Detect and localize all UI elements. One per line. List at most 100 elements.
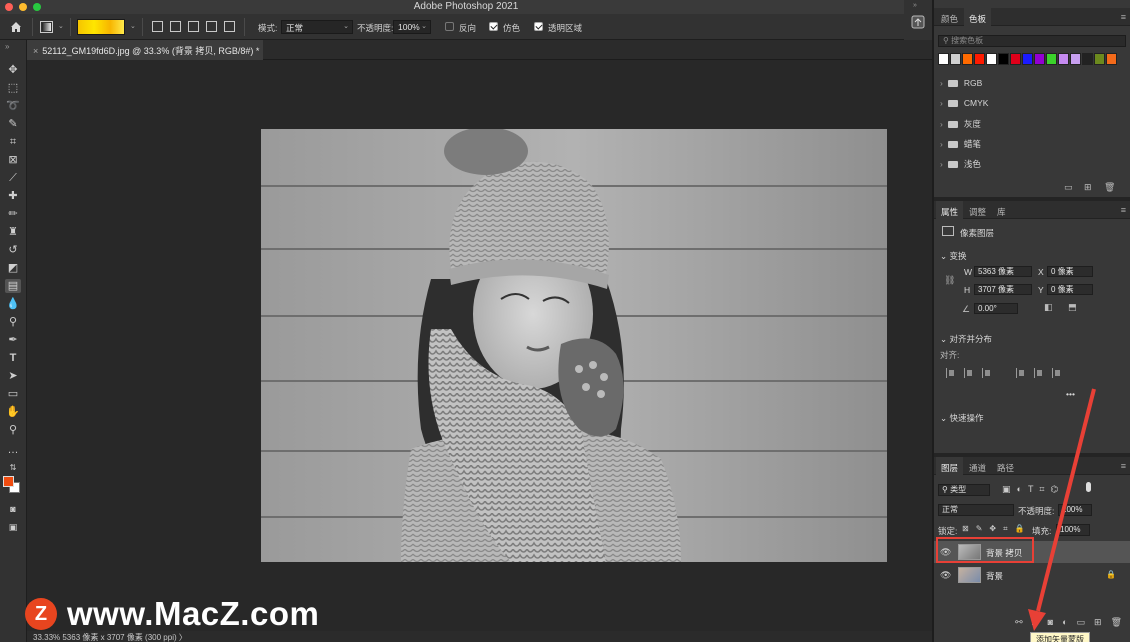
close-tab-icon[interactable]: × [33, 46, 38, 56]
transparency-checkbox[interactable] [534, 22, 543, 31]
move-tool-icon[interactable]: ✥ [5, 63, 21, 77]
blend-mode-select[interactable]: 正常 [938, 504, 1014, 516]
swatch-folder-pastel[interactable]: › 蜡笔 [940, 138, 981, 150]
more-tools-icon[interactable]: … [5, 443, 21, 457]
reverse-checkbox[interactable] [445, 22, 454, 31]
filter-toggle[interactable] [1086, 482, 1091, 492]
width-input[interactable]: 5363 像素 [974, 266, 1032, 277]
opacity-input[interactable]: 100% ⌄ [393, 20, 431, 34]
tab-adjustments[interactable]: 调整 [964, 201, 991, 219]
color-swatch[interactable] [1106, 53, 1117, 65]
healing-brush-tool-icon[interactable]: ✚ [5, 189, 21, 203]
chevron-down-icon[interactable]: ⌄ [58, 22, 64, 30]
tab-swatches[interactable]: 色板 [964, 8, 992, 26]
adjustment-layer-icon[interactable]: ◐ [1062, 617, 1067, 627]
diamond-gradient-icon[interactable] [224, 21, 235, 32]
color-swatch[interactable] [998, 53, 1009, 65]
swatch-folder-cmyk[interactable]: › CMYK [940, 98, 988, 108]
reflected-gradient-icon[interactable] [206, 21, 217, 32]
tab-layers[interactable]: 图层 [936, 457, 964, 475]
dodge-tool-icon[interactable]: ⚲ [5, 315, 21, 329]
flip-horizontal-icon[interactable]: ◧ [1044, 302, 1053, 313]
expand-toolbar-icon[interactable]: » [5, 42, 9, 51]
home-icon[interactable] [9, 20, 23, 34]
panel-menu-icon[interactable]: ≡ [1121, 12, 1126, 22]
canvas-area[interactable] [27, 61, 932, 631]
tab-libraries[interactable]: 库 [992, 201, 1011, 219]
color-swatch[interactable] [974, 53, 985, 65]
swatch-folder-gray[interactable]: › 灰度 [940, 118, 981, 130]
color-swatch[interactable] [986, 53, 997, 65]
layer-filter-select[interactable]: ⚲ 类型 [938, 484, 990, 496]
x-input[interactable]: 0 像素 [1047, 266, 1093, 277]
delete-layer-icon[interactable]: 🗑 [1111, 617, 1122, 628]
screen-mode-icon[interactable]: ▣ [5, 520, 21, 534]
gradient-tool-icon[interactable]: ▤ [5, 279, 21, 293]
align-section-title[interactable]: ⌄ 对齐并分布 [940, 333, 992, 345]
y-input[interactable]: 0 像素 [1047, 284, 1093, 295]
eraser-tool-icon[interactable]: ◩ [5, 261, 21, 275]
tab-properties[interactable]: 属性 [936, 201, 964, 219]
brush-tool-icon[interactable]: ✏ [5, 207, 21, 221]
add-mask-icon[interactable]: ◙ [1048, 617, 1053, 627]
document-canvas-image[interactable] [261, 129, 887, 562]
hand-tool-icon[interactable]: ✋ [5, 405, 21, 419]
lock-icons[interactable]: ⊠✎✥⌗🔒 [962, 524, 1032, 534]
gradient-tool-icon[interactable] [40, 21, 53, 33]
swatch-folder-rgb[interactable]: › RGB [940, 78, 982, 88]
eyedropper-tool-icon[interactable]: ⟋ [5, 171, 21, 185]
align-top-icon[interactable] [1016, 368, 1026, 378]
color-swatch[interactable] [1070, 53, 1081, 65]
radial-gradient-icon[interactable] [170, 21, 181, 32]
filter-icons[interactable]: ▣◐T⌗⌬ [1002, 484, 1064, 495]
chevron-down-icon[interactable]: ⌄ [130, 22, 136, 30]
swatch-search-input[interactable]: ⚲ 搜索色板 [938, 35, 1126, 47]
frame-tool-icon[interactable]: ⊠ [5, 153, 21, 167]
path-select-tool-icon[interactable]: ➤ [5, 369, 21, 383]
panel-menu-icon[interactable]: ≡ [1121, 205, 1126, 215]
color-swatch[interactable] [1094, 53, 1105, 65]
dither-checkbox[interactable] [489, 22, 498, 31]
transform-section-title[interactable]: ⌄ 变换 [940, 250, 967, 262]
delete-icon[interactable]: 🗑 [1104, 182, 1115, 193]
more-options-icon[interactable]: ••• [1066, 389, 1075, 399]
foreground-color-swatch[interactable] [3, 476, 14, 487]
align-center-icon[interactable] [964, 368, 974, 378]
quick-mask-icon[interactable]: ◙ [5, 502, 21, 516]
panel-menu-icon[interactable]: ≡ [1121, 461, 1126, 471]
quick-select-tool-icon[interactable]: ✎ [5, 117, 21, 131]
eye-icon[interactable]: 👁 [940, 570, 951, 581]
pen-tool-icon[interactable]: ✒ [5, 333, 21, 347]
angle-input[interactable]: 0.00° [974, 303, 1018, 314]
align-left-icon[interactable] [946, 368, 956, 378]
rectangle-tool-icon[interactable]: ▭ [5, 387, 21, 401]
gradient-preview[interactable] [77, 19, 125, 35]
fx-icon[interactable]: fx [1032, 617, 1039, 627]
swap-colors-icon[interactable]: ⇅ [5, 461, 21, 475]
color-swatch[interactable] [950, 53, 961, 65]
marquee-tool-icon[interactable]: ⬚ [5, 81, 21, 95]
linear-gradient-icon[interactable] [152, 21, 163, 32]
blur-tool-icon[interactable]: 💧 [5, 297, 21, 311]
type-tool-icon[interactable]: T [5, 351, 21, 365]
color-swatch[interactable] [1082, 53, 1093, 65]
flip-vertical-icon[interactable]: ⬒ [1068, 302, 1077, 313]
link-layers-icon[interactable]: ⚯ [1015, 617, 1023, 628]
new-group-icon[interactable]: ▭ [1064, 182, 1073, 193]
tab-color[interactable]: 颜色 [936, 8, 963, 26]
color-swatch[interactable] [962, 53, 973, 65]
quick-actions-title[interactable]: ⌄ 快速操作 [940, 412, 984, 424]
link-icon[interactable]: ⛓ [944, 275, 955, 286]
lasso-tool-icon[interactable]: ➰ [5, 99, 21, 113]
color-swatch[interactable] [938, 53, 949, 65]
color-swatch[interactable] [1010, 53, 1021, 65]
new-group-icon[interactable]: ▭ [1077, 617, 1086, 628]
document-tab[interactable]: × 52112_GM19fd6D.jpg @ 33.3% (背景 拷贝, RGB/… [27, 40, 263, 60]
swatch-folder-light[interactable]: › 浅色 [940, 158, 981, 170]
color-swatch[interactable] [1034, 53, 1045, 65]
tab-channels[interactable]: 通道 [964, 457, 991, 475]
new-layer-icon[interactable]: ⊞ [1094, 617, 1102, 628]
zoom-tool-icon[interactable]: ⚲ [5, 423, 21, 437]
color-swatch[interactable] [1058, 53, 1069, 65]
angle-gradient-icon[interactable] [188, 21, 199, 32]
